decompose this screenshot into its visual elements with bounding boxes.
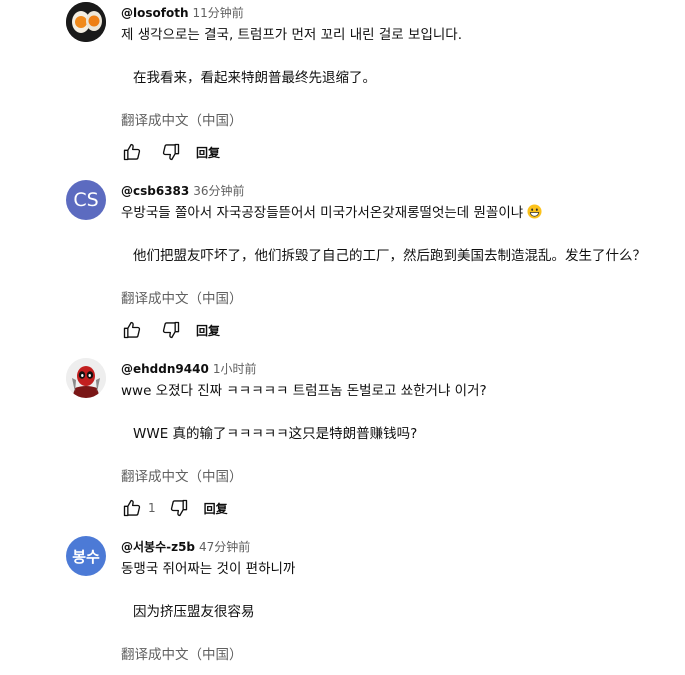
thumbs-up-icon [123,321,141,339]
translated-text: 他们把盟友吓坏了，他们拆毁了自己的工厂，然后跑到美国去制造混乱。发生了什么？ [133,248,646,264]
dislike-button[interactable] [160,319,182,341]
thumbs-up-icon [123,499,141,517]
translated-text: 因为挤压盟友很容易 [133,604,255,620]
like-button[interactable] [121,141,143,163]
comment-header: @losofoth 11分钟前 [121,4,244,21]
thumbs-down-icon [162,143,180,161]
comment-text: wwe 오졌다 진짜 ㅋㅋㅋㅋㅋ 트럼프놈 돈벌로고 쑈한거냐 이거? [121,383,487,399]
thumbs-up-icon [123,143,141,161]
avatar-initials: CS [73,189,99,211]
comment-header: @ehddn9440 1小时前 [121,360,256,377]
deadpool-avatar-icon [66,358,106,398]
reply-button[interactable]: 回复 [204,500,228,517]
dislike-button[interactable] [160,141,182,163]
comment-header: @csb6383 36分钟前 [121,182,245,199]
avatar[interactable]: CS [66,180,106,220]
reply-button[interactable]: 回复 [196,322,220,339]
thumbs-down-icon [170,499,187,517]
timestamp[interactable]: 11分钟前 [193,6,244,20]
timestamp[interactable]: 36分钟前 [193,184,244,198]
comment-actions: 回复 [121,319,220,341]
comment-actions: 1 回复 [121,497,228,519]
translated-text: WWE 真的输了ㅋㅋㅋㅋㅋ这只是特朗普赚钱吗? [133,426,418,442]
like-count: 1 [148,501,156,515]
avatar[interactable] [66,358,106,398]
author-name[interactable]: @csb6383 [121,184,189,198]
translate-button[interactable]: 翻译成中文（中国） [121,643,243,663]
comment-text: 우방국들 쫄아서 자국공장들뜯어서 미국가서온갖재롱떨엇는데 뭔꼴이냐 [121,205,524,221]
comment-text-row: 우방국들 쫄아서 자국공장들뜯어서 미국가서온갖재롱떨엇는데 뭔꼴이냐 [121,201,543,221]
like-button[interactable] [121,319,143,341]
comment-text: 제 생각으로는 결국, 트럼프가 먼저 꼬리 내린 걸로 보입니다. [121,27,462,43]
avatar[interactable]: 봉수 [66,536,106,576]
avatar[interactable] [66,2,106,42]
comment-actions: 回复 [121,141,220,163]
author-name[interactable]: @ehddn9440 [121,362,209,376]
author-name[interactable]: @losofoth [121,6,189,20]
timestamp[interactable]: 47分钟前 [199,540,250,554]
egg-photo-avatar-icon [66,2,106,42]
timestamp[interactable]: 1小时前 [213,362,257,376]
comment-text: 동맹국 쥐어짜는 것이 편하니까 [121,561,296,577]
dislike-button[interactable] [168,497,190,519]
grinning-face-emoji-icon [527,204,543,219]
reply-button[interactable]: 回复 [196,144,220,161]
translate-button[interactable]: 翻译成中文（中国） [121,109,243,129]
thumbs-down-icon [162,321,180,339]
comment-header: @서봉수-z5b 47分钟前 [121,538,250,555]
translated-text: 在我看来，看起来特朗普最终先退缩了。 [133,70,376,86]
author-name[interactable]: @서봉수-z5b [121,540,195,554]
translate-button[interactable]: 翻译成中文（中国） [121,287,243,307]
like-button[interactable] [121,497,143,519]
translate-button[interactable]: 翻译成中文（中国） [121,465,243,485]
avatar-initials: 봉수 [72,547,100,566]
